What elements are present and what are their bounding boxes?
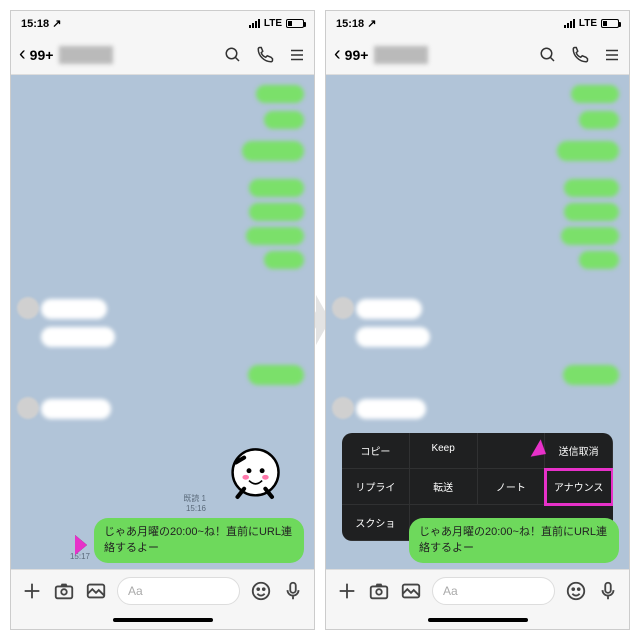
- message-bubble: [249, 179, 304, 197]
- message-bubble: [246, 227, 304, 245]
- back-button[interactable]: ‹: [334, 43, 341, 66]
- ctx-keep[interactable]: Keep: [410, 433, 478, 469]
- network-label: LTE: [579, 18, 597, 29]
- ctx-forward[interactable]: 転送: [410, 469, 478, 505]
- message-text: じゃあ月曜の20:00~ね！直前にURL連絡するよー: [104, 526, 292, 553]
- battery-icon: [286, 19, 304, 28]
- status-bar: 15:18 ↗ LTE: [11, 11, 314, 35]
- message-bubble: [579, 111, 619, 129]
- message-bubble: [563, 365, 619, 385]
- message-bubble: [571, 85, 619, 103]
- unread-badge: 99+: [345, 47, 369, 63]
- message-bubble: [561, 227, 619, 245]
- status-bar: 15:18 ↗ LTE: [326, 11, 629, 35]
- chat-name-blurred: [59, 46, 113, 64]
- plus-icon[interactable]: [21, 580, 43, 602]
- message-text: じゃあ月曜の20:00~ね！直前にURL連絡するよー: [419, 526, 607, 553]
- message-bubble: [242, 141, 304, 161]
- avatar: [17, 397, 39, 419]
- ctx-reply[interactable]: リプライ: [342, 469, 410, 505]
- ctx-screenshot[interactable]: スクショ: [342, 505, 410, 541]
- home-indicator: [326, 611, 629, 629]
- image-icon[interactable]: [400, 580, 422, 602]
- chat-header: ‹ 99+: [11, 35, 314, 75]
- ctx-announce[interactable]: アナウンス: [545, 469, 613, 505]
- status-right: LTE: [249, 18, 304, 29]
- unread-badge: 99+: [30, 47, 54, 63]
- message-bubble: [41, 299, 107, 319]
- message-bubble: [264, 111, 304, 129]
- emoji-icon[interactable]: [250, 580, 272, 602]
- status-right: LTE: [564, 18, 619, 29]
- mic-icon[interactable]: [597, 580, 619, 602]
- back-button[interactable]: ‹: [19, 43, 26, 66]
- message-input[interactable]: Aa: [117, 577, 240, 605]
- avatar: [332, 397, 354, 419]
- mic-icon[interactable]: [282, 580, 304, 602]
- avatar: [332, 297, 354, 319]
- status-time: 15:18 ↗: [21, 17, 61, 30]
- message-bubble: [564, 179, 619, 197]
- message-highlighted[interactable]: じゃあ月曜の20:00~ね！直前にURL連絡するよー: [409, 518, 619, 563]
- message-bubble: [249, 203, 304, 221]
- ctx-copy[interactable]: コピー: [342, 433, 410, 469]
- message-bubble: [41, 327, 115, 347]
- chat-area[interactable]: 既読 1 15:16 じゃあ月曜の20:00~ね！直前にURL連絡するよー 15…: [11, 75, 314, 569]
- call-icon[interactable]: [256, 46, 274, 64]
- stage: 15:18 ↗ LTE ‹ 99+: [0, 0, 640, 640]
- message-bubble: [564, 203, 619, 221]
- battery-icon: [601, 19, 619, 28]
- input-bar: Aa: [326, 569, 629, 611]
- camera-icon[interactable]: [368, 580, 390, 602]
- phone-left: 15:18 ↗ LTE ‹ 99+: [10, 10, 315, 630]
- message-bubble: [356, 399, 426, 419]
- message-bubble: [557, 141, 619, 161]
- chat-name-blurred: [374, 46, 428, 64]
- plus-icon[interactable]: [336, 580, 358, 602]
- search-icon[interactable]: [224, 46, 242, 64]
- input-bar: Aa: [11, 569, 314, 611]
- search-icon[interactable]: [539, 46, 557, 64]
- signal-icon: [564, 18, 575, 28]
- menu-icon[interactable]: [603, 46, 621, 64]
- sticker-meta: 既読 1 15:16: [183, 493, 206, 513]
- call-icon[interactable]: [571, 46, 589, 64]
- image-icon[interactable]: [85, 580, 107, 602]
- message-bubble: [356, 327, 430, 347]
- message-bubble: [41, 399, 111, 419]
- chat-area[interactable]: コピー Keep 送信取消 リプライ 転送 ノート アナウンス スクショ じゃあ…: [326, 75, 629, 569]
- signal-icon: [249, 18, 260, 28]
- ctx-unsend[interactable]: 送信取消: [545, 433, 613, 469]
- message-bubble: [264, 251, 304, 269]
- ctx-note[interactable]: ノート: [478, 469, 546, 505]
- phone-right: 15:18 ↗ LTE ‹ 99+ コピー: [325, 10, 630, 630]
- message-bubble: [579, 251, 619, 269]
- message-highlighted[interactable]: じゃあ月曜の20:00~ね！直前にURL連絡するよー: [94, 518, 304, 563]
- home-indicator: [11, 611, 314, 629]
- message-bubble: [248, 365, 304, 385]
- menu-icon[interactable]: [288, 46, 306, 64]
- annotation-arrow: [41, 529, 89, 561]
- status-time: 15:18 ↗: [336, 17, 376, 30]
- message-input[interactable]: Aa: [432, 577, 555, 605]
- sticker-moon[interactable]: [208, 433, 290, 515]
- message-bubble: [356, 299, 422, 319]
- camera-icon[interactable]: [53, 580, 75, 602]
- emoji-icon[interactable]: [565, 580, 587, 602]
- avatar: [17, 297, 39, 319]
- message-bubble: [256, 85, 304, 103]
- chat-header: ‹ 99+: [326, 35, 629, 75]
- network-label: LTE: [264, 18, 282, 29]
